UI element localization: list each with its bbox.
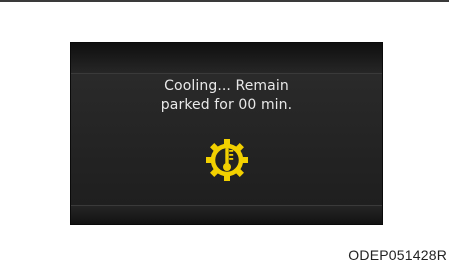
display-top-band [71, 43, 382, 73]
cooling-message: Cooling... Remain parked for 00 min. [71, 77, 382, 115]
transmission-temperature-warning-icon [206, 139, 248, 181]
top-divider [0, 0, 449, 2]
cluster-display: Cooling... Remain parked for 00 min. [70, 42, 383, 225]
message-line-1: Cooling... Remain [164, 78, 289, 94]
figure-frame: Cooling... Remain parked for 00 min. ODE… [0, 0, 449, 264]
display-bottom-band [71, 206, 382, 224]
message-line-2: parked for 00 min. [160, 97, 293, 113]
figure-caption: ODEP051428R [348, 247, 447, 263]
